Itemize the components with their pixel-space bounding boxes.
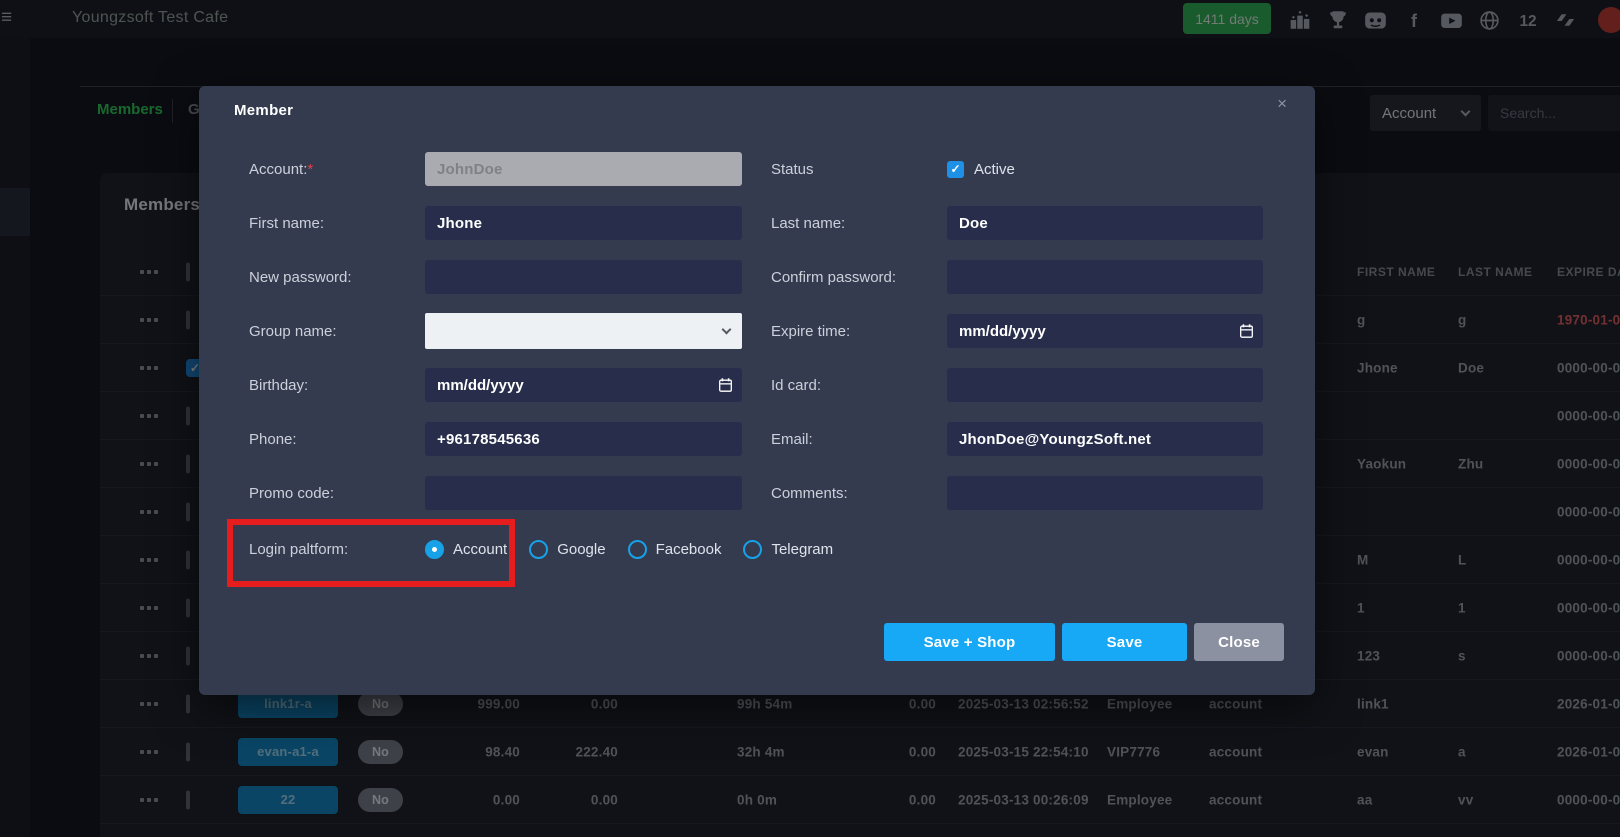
group-name-select[interactable] — [425, 313, 742, 349]
save-button[interactable]: Save — [1062, 623, 1187, 661]
expire-time-date-field[interactable]: mm/dd/yyyy — [947, 314, 1263, 348]
radio-selected-icon[interactable] — [425, 540, 444, 559]
member-form: Account:* Status ✓ Active First name: La… — [249, 152, 1263, 566]
radio-google[interactable]: Google — [529, 540, 605, 559]
birthday-date-field[interactable]: mm/dd/yyyy — [425, 368, 742, 402]
email-field[interactable] — [947, 422, 1263, 456]
login-platform-label: Login paltform: — [249, 541, 425, 558]
comments-field[interactable] — [947, 476, 1263, 510]
radio-facebook[interactable]: Facebook — [628, 540, 722, 559]
radio-telegram[interactable]: Telegram — [743, 540, 833, 559]
phone-label: Phone: — [249, 431, 425, 448]
comments-label: Comments: — [771, 485, 947, 502]
birthday-placeholder: mm/dd/yyyy — [437, 377, 524, 394]
promo-code-field[interactable] — [425, 476, 742, 510]
radio-account[interactable]: Account — [425, 540, 507, 559]
first-name-label: First name: — [249, 215, 425, 232]
new-password-field[interactable] — [425, 260, 742, 294]
email-label: Email: — [771, 431, 947, 448]
required-asterisk: * — [307, 161, 313, 178]
status-active-checkbox[interactable]: ✓ — [947, 161, 964, 178]
member-modal: Member × Account:* Status ✓ Active First… — [199, 86, 1315, 695]
close-button[interactable]: Close — [1194, 623, 1284, 661]
account-label: Account:* — [249, 161, 425, 178]
group-name-label: Group name: — [249, 323, 425, 340]
radio-unselected-icon[interactable] — [743, 540, 762, 559]
id-card-field[interactable] — [947, 368, 1263, 402]
modal-title: Member — [234, 102, 293, 119]
last-name-field[interactable] — [947, 206, 1263, 240]
radio-unselected-icon[interactable] — [529, 540, 548, 559]
modal-footer: Save + Shop Save Close — [884, 623, 1284, 661]
last-name-label: Last name: — [771, 215, 947, 232]
phone-field[interactable] — [425, 422, 742, 456]
calendar-icon — [1240, 324, 1253, 338]
account-field — [425, 152, 742, 186]
expire-time-label: Expire time: — [771, 323, 947, 340]
id-card-label: Id card: — [771, 377, 947, 394]
status-active-label: Active — [974, 161, 1015, 178]
birthday-label: Birthday: — [249, 377, 425, 394]
status-label: Status — [771, 161, 947, 178]
save-shop-button[interactable]: Save + Shop — [884, 623, 1055, 661]
login-platform-radio-group: Account Google Facebook Telegram — [425, 540, 833, 559]
radio-unselected-icon[interactable] — [628, 540, 647, 559]
close-icon[interactable]: × — [1277, 94, 1287, 114]
expire-time-placeholder: mm/dd/yyyy — [959, 323, 1046, 340]
confirm-password-label: Confirm password: — [771, 269, 947, 286]
new-password-label: New password: — [249, 269, 425, 286]
calendar-icon — [719, 378, 732, 392]
chevron-down-icon — [722, 324, 732, 334]
promo-code-label: Promo code: — [249, 485, 425, 502]
first-name-field[interactable] — [425, 206, 742, 240]
confirm-password-field[interactable] — [947, 260, 1263, 294]
